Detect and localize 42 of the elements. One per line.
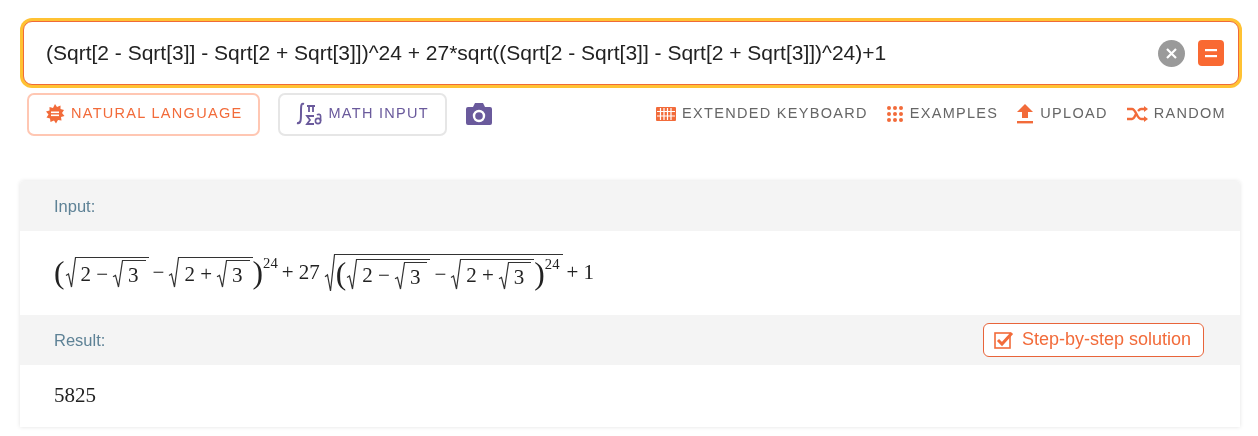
- search-field[interactable]: (Sqrt[2 - Sqrt[3]] - Sqrt[2 + Sqrt[3]])^24 + 27*sqrt((Sqrt[2 - Sqrt[3]] - Sqrt[2 + Sqrt[3]])^24)+1: [23, 21, 1239, 85]
- math-term: 2 +: [465, 263, 495, 289]
- equals-icon: [1205, 48, 1217, 58]
- math-term: 2 −: [361, 263, 391, 289]
- parenthesis: ): [252, 255, 264, 291]
- query-input[interactable]: (Sqrt[2 - Sqrt[3]] - Sqrt[2 + Sqrt[3]])^24 + 27*sqrt((Sqrt[2 - Sqrt[3]] - Sqrt[2 + Sqrt[3]])^24)+1: [44, 36, 1158, 70]
- math-term: 3: [408, 264, 422, 291]
- close-icon: [1166, 47, 1177, 59]
- dot-grid-icon: [885, 105, 904, 123]
- pod-title: Input:: [54, 195, 96, 217]
- sunburst-icon: [45, 104, 65, 124]
- math-term: −: [433, 261, 448, 288]
- clear-button[interactable]: [1158, 39, 1185, 67]
- input-mode-tab[interactable]: MATH INPUT: [278, 92, 447, 136]
- toolbar-link[interactable]: EXAMPLES: [885, 103, 999, 125]
- result-value: 5825: [54, 382, 96, 410]
- keyboard-icon: [656, 107, 677, 121]
- math-term: 2 +: [183, 261, 214, 288]
- step-by-step-button[interactable]: Step-by-step solution: [982, 323, 1204, 357]
- exponent: 24: [544, 257, 560, 272]
- checkbox-icon: [993, 329, 1014, 350]
- math-symbols-icon: [296, 102, 323, 126]
- parenthesis: (: [54, 255, 65, 291]
- upload-icon: [1016, 104, 1035, 124]
- math-term: 3: [231, 263, 244, 289]
- camera-icon[interactable]: [465, 102, 493, 126]
- input-mode-tab[interactable]: NATURAL LANGUAGE: [27, 92, 261, 136]
- math-term: −: [151, 260, 166, 286]
- parenthesis: ): [534, 257, 545, 292]
- parenthesis: (: [335, 257, 347, 292]
- math-term: + 1: [565, 260, 596, 286]
- toolbar-link[interactable]: RANDOM: [1125, 103, 1226, 125]
- compute-button[interactable]: [1198, 40, 1224, 66]
- pod-title: Result:: [54, 329, 106, 351]
- math-term: 2 −: [79, 261, 110, 288]
- math-term: + 27: [280, 260, 321, 286]
- toolbar-link[interactable]: EXTENDED KEYBOARD: [656, 103, 868, 125]
- shuffle-icon: [1125, 106, 1148, 122]
- toolbar-link[interactable]: UPLOAD: [1016, 103, 1108, 125]
- math-term: 3: [512, 264, 526, 291]
- math-term: 3: [127, 263, 140, 289]
- exponent: 24: [263, 255, 278, 271]
